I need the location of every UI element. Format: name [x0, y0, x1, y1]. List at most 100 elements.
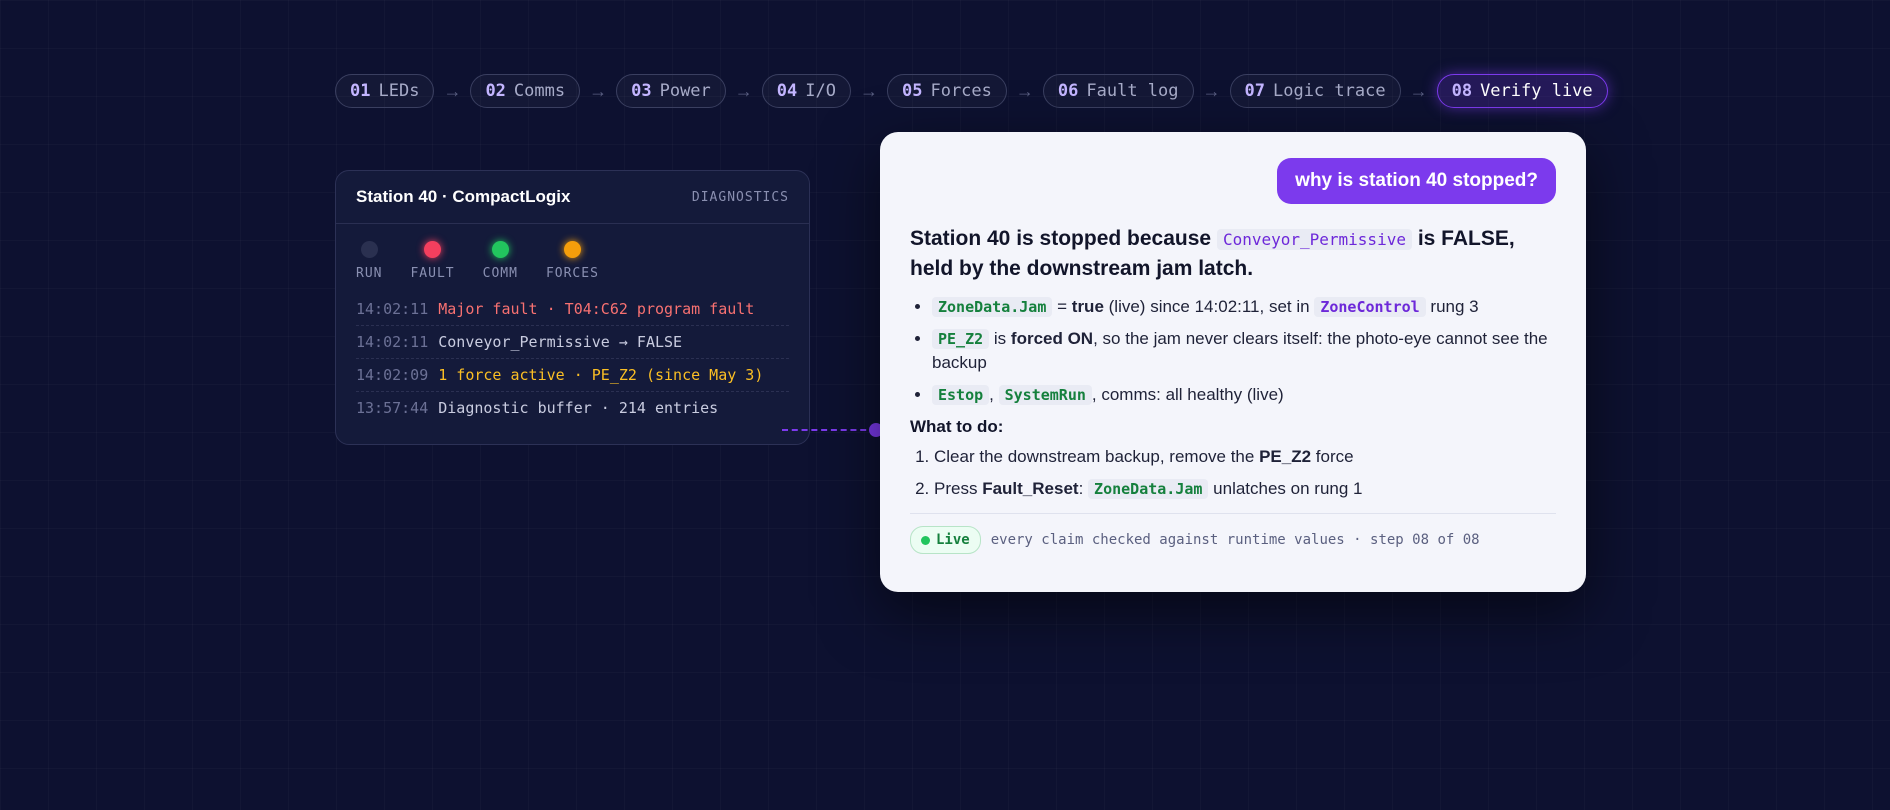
step-leds[interactable]: 01 LEDs [335, 74, 435, 108]
live-badge: Live [910, 526, 981, 554]
diagnostics-panel: Station 40 · CompactLogix DIAGNOSTICS RU… [335, 170, 810, 445]
led-row: RUN FAULT COMM FORCES [336, 224, 809, 281]
evidence-item: PE_Z2 is forced ON, so the jam never cle… [932, 327, 1556, 375]
step-label: I/O [805, 81, 836, 101]
tag-pe-z2[interactable]: PE_Z2 [932, 329, 990, 349]
step-label: Comms [513, 81, 566, 101]
evidence-item: Estop, SystemRun, comms: all healthy (li… [932, 383, 1556, 407]
step-forces[interactable]: 05 Forces [886, 74, 1007, 108]
step-label: Fault log [1086, 81, 1179, 101]
led-fault: FAULT [410, 241, 454, 281]
evidence-value: true [1071, 297, 1104, 316]
todo-heading: What to do: [910, 417, 1004, 436]
diagnostics-header: Station 40 · CompactLogix DIAGNOSTICS [336, 171, 809, 224]
arrow-right-icon: → [859, 80, 878, 101]
todo-strong: Fault_Reset [982, 479, 1079, 498]
log-entry[interactable]: 14:02:11 Major fault · T04:C62 program f… [356, 293, 789, 326]
log-time: 13:57:44 [356, 399, 429, 417]
arrow-right-icon: → [1409, 80, 1428, 101]
evidence-value: forced ON [1010, 329, 1094, 348]
led-comm: COMM [483, 241, 518, 281]
log-entry[interactable]: 13:57:44 Diagnostic buffer · 214 entries [356, 392, 789, 424]
tag-conveyor-permissive[interactable]: Conveyor_Permissive [1216, 229, 1412, 250]
answer-card: why is station 40 stopped? Station 40 is… [880, 132, 1586, 592]
arrow-right-icon: → [1202, 80, 1221, 101]
tag-systemrun[interactable]: SystemRun [998, 385, 1092, 405]
step-number: 03 [631, 81, 652, 101]
step-comms[interactable]: 02 Comms [470, 74, 581, 108]
answer-headline: Station 40 is stopped because Conveyor_P… [910, 224, 1556, 283]
tag-zonedata-jam[interactable]: ZoneData.Jam [1088, 479, 1209, 499]
led-label: COMM [482, 266, 518, 281]
todo-item: Clear the downstream backup, remove the … [934, 445, 1556, 469]
led-label: FAULT [410, 266, 455, 281]
log-time: 14:02:11 [356, 333, 429, 351]
card-footer: Live every claim checked against runtime… [910, 513, 1556, 554]
step-number: 04 [776, 81, 798, 101]
evidence-item: ZoneData.Jam = true (live) since 14:02:1… [932, 295, 1556, 319]
step-verify-live[interactable]: 08 Verify live [1436, 74, 1608, 108]
led-run: RUN [356, 241, 382, 281]
arrow-right-icon: → [443, 80, 462, 101]
step-number: 02 [485, 81, 506, 101]
user-question-bubble: why is station 40 stopped? [1277, 158, 1556, 204]
step-power[interactable]: 03 Power [616, 74, 726, 108]
panel-tag: DIAGNOSTICS [691, 189, 789, 205]
led-indicator-icon [360, 241, 378, 258]
arrow-right-icon: → [1015, 80, 1034, 101]
step-pipeline: 01 LEDs → 02 Comms → 03 Power → 04 I/O → 05 F… [335, 74, 1608, 108]
log-time: 14:02:11 [356, 300, 429, 318]
live-label: Live [936, 532, 970, 548]
led-label: FORCES [545, 266, 599, 281]
evidence-text: is [993, 329, 1007, 348]
separator: , [989, 385, 994, 404]
connector-line [782, 429, 876, 433]
todo-text: Clear the downstream backup, remove the [934, 447, 1255, 466]
step-number: 08 [1451, 81, 1473, 101]
step-number: 01 [350, 81, 371, 101]
todo-text: force [1315, 447, 1354, 466]
headline-text: Station 40 is stopped because [910, 227, 1212, 250]
step-number: 07 [1244, 81, 1265, 101]
fault-log: 14:02:11 Major fault · T04:C62 program f… [336, 281, 809, 424]
step-number: 05 [901, 81, 923, 101]
step-label: Logic trace [1272, 81, 1386, 101]
log-message: Conveyor_Permissive → FALSE [438, 333, 683, 351]
led-label: RUN [356, 266, 383, 281]
arrow-right-icon: → [734, 80, 753, 101]
log-message: 1 force active · PE_Z2 (since May 3) [438, 366, 764, 384]
todo-text: : [1078, 479, 1084, 498]
arrow-right-icon: → [589, 80, 608, 101]
led-indicator-icon [491, 241, 509, 258]
evidence-text: (live) since 14:02:11, set in [1108, 297, 1310, 316]
evidence-list: ZoneData.Jam = true (live) since 14:02:1… [910, 295, 1556, 407]
tag-estop[interactable]: Estop [932, 385, 990, 405]
step-label: LEDs [378, 81, 420, 101]
step-label: Forces [930, 81, 992, 101]
todo-list: Clear the downstream backup, remove the … [910, 445, 1556, 501]
todo-text: Press [934, 479, 978, 498]
question-row: why is station 40 stopped? [910, 158, 1556, 204]
log-entry[interactable]: 14:02:09 1 force active · PE_Z2 (since M… [356, 359, 789, 392]
todo-text: unlatches on rung 1 [1213, 479, 1363, 498]
tag-zonedata-jam[interactable]: ZoneData.Jam [932, 297, 1053, 317]
step-io[interactable]: 04 I/O [761, 74, 851, 108]
todo-strong: PE_Z2 [1259, 447, 1312, 466]
live-dot-icon [921, 535, 930, 545]
step-label: Verify live [1480, 81, 1593, 101]
todo-item: Press Fault_Reset: ZoneData.Jam unlatche… [934, 477, 1556, 501]
log-message: Diagnostic buffer · 214 entries [438, 399, 719, 417]
led-indicator-icon [424, 241, 442, 258]
step-fault-log[interactable]: 06 Fault log [1042, 74, 1194, 108]
panel-title: Station 40 · CompactLogix [356, 187, 571, 206]
log-entry[interactable]: 14:02:11 Conveyor_Permissive → FALSE [356, 326, 789, 359]
evidence-text: rung 3 [1430, 297, 1479, 316]
led-indicator-icon [563, 241, 581, 258]
log-message: Major fault · T04:C62 program fault [438, 300, 755, 318]
evidence-text: , comms: all healthy (live) [1091, 385, 1284, 404]
step-number: 06 [1057, 81, 1079, 101]
verification-note: every claim checked against runtime valu… [990, 532, 1480, 548]
step-logic-trace[interactable]: 07 Logic trace [1229, 74, 1401, 108]
routine-zonecontrol[interactable]: ZoneControl [1314, 297, 1426, 317]
step-label: Power [659, 81, 711, 101]
